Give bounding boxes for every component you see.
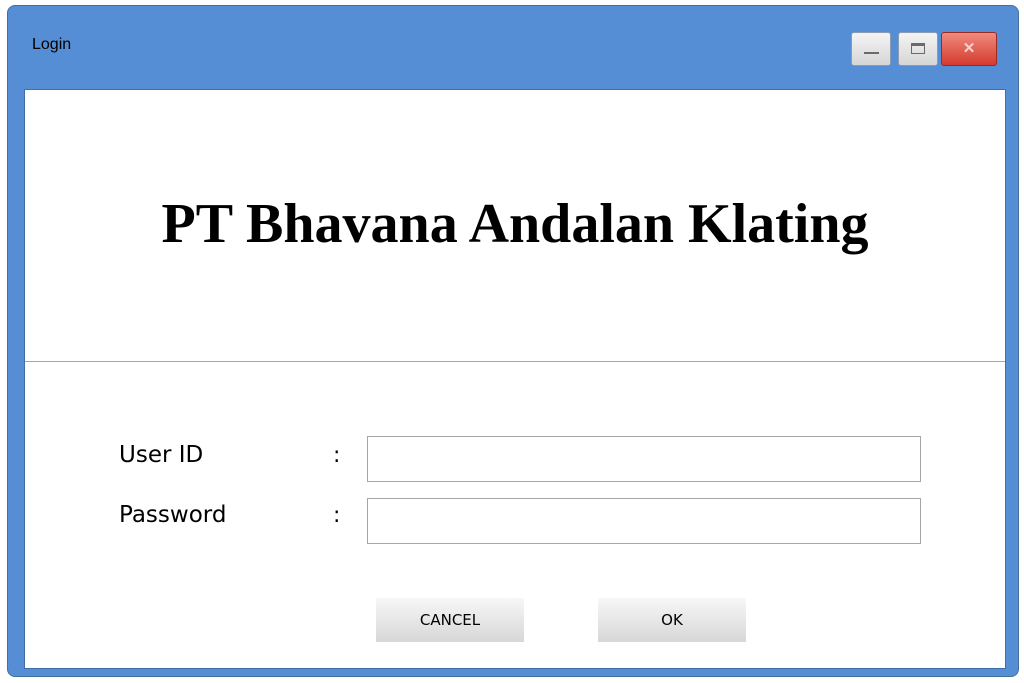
close-icon: ✕ xyxy=(962,40,976,57)
window-title: Login xyxy=(32,36,72,53)
password-label: Password xyxy=(119,502,227,528)
maximize-icon xyxy=(911,43,925,54)
cancel-button[interactable]: CANCEL xyxy=(376,598,524,642)
password-input[interactable] xyxy=(367,498,921,544)
close-button[interactable]: ✕ xyxy=(941,32,997,66)
header-divider xyxy=(25,361,1005,362)
ok-button[interactable]: OK xyxy=(598,598,746,642)
login-window: Login ✕ PT Bhavana Andalan Klating User … xyxy=(7,5,1019,677)
user-id-colon: : xyxy=(333,443,341,468)
window-content: PT Bhavana Andalan Klating User ID : Pas… xyxy=(24,89,1006,669)
user-id-input[interactable] xyxy=(367,436,921,482)
password-colon: : xyxy=(333,503,341,528)
title-bar[interactable]: Login ✕ xyxy=(8,6,1018,88)
maximize-button[interactable] xyxy=(898,32,938,66)
minimize-icon xyxy=(864,52,879,54)
minimize-button[interactable] xyxy=(851,32,891,66)
user-id-label: User ID xyxy=(119,442,204,468)
company-name: PT Bhavana Andalan Klating xyxy=(161,193,869,255)
